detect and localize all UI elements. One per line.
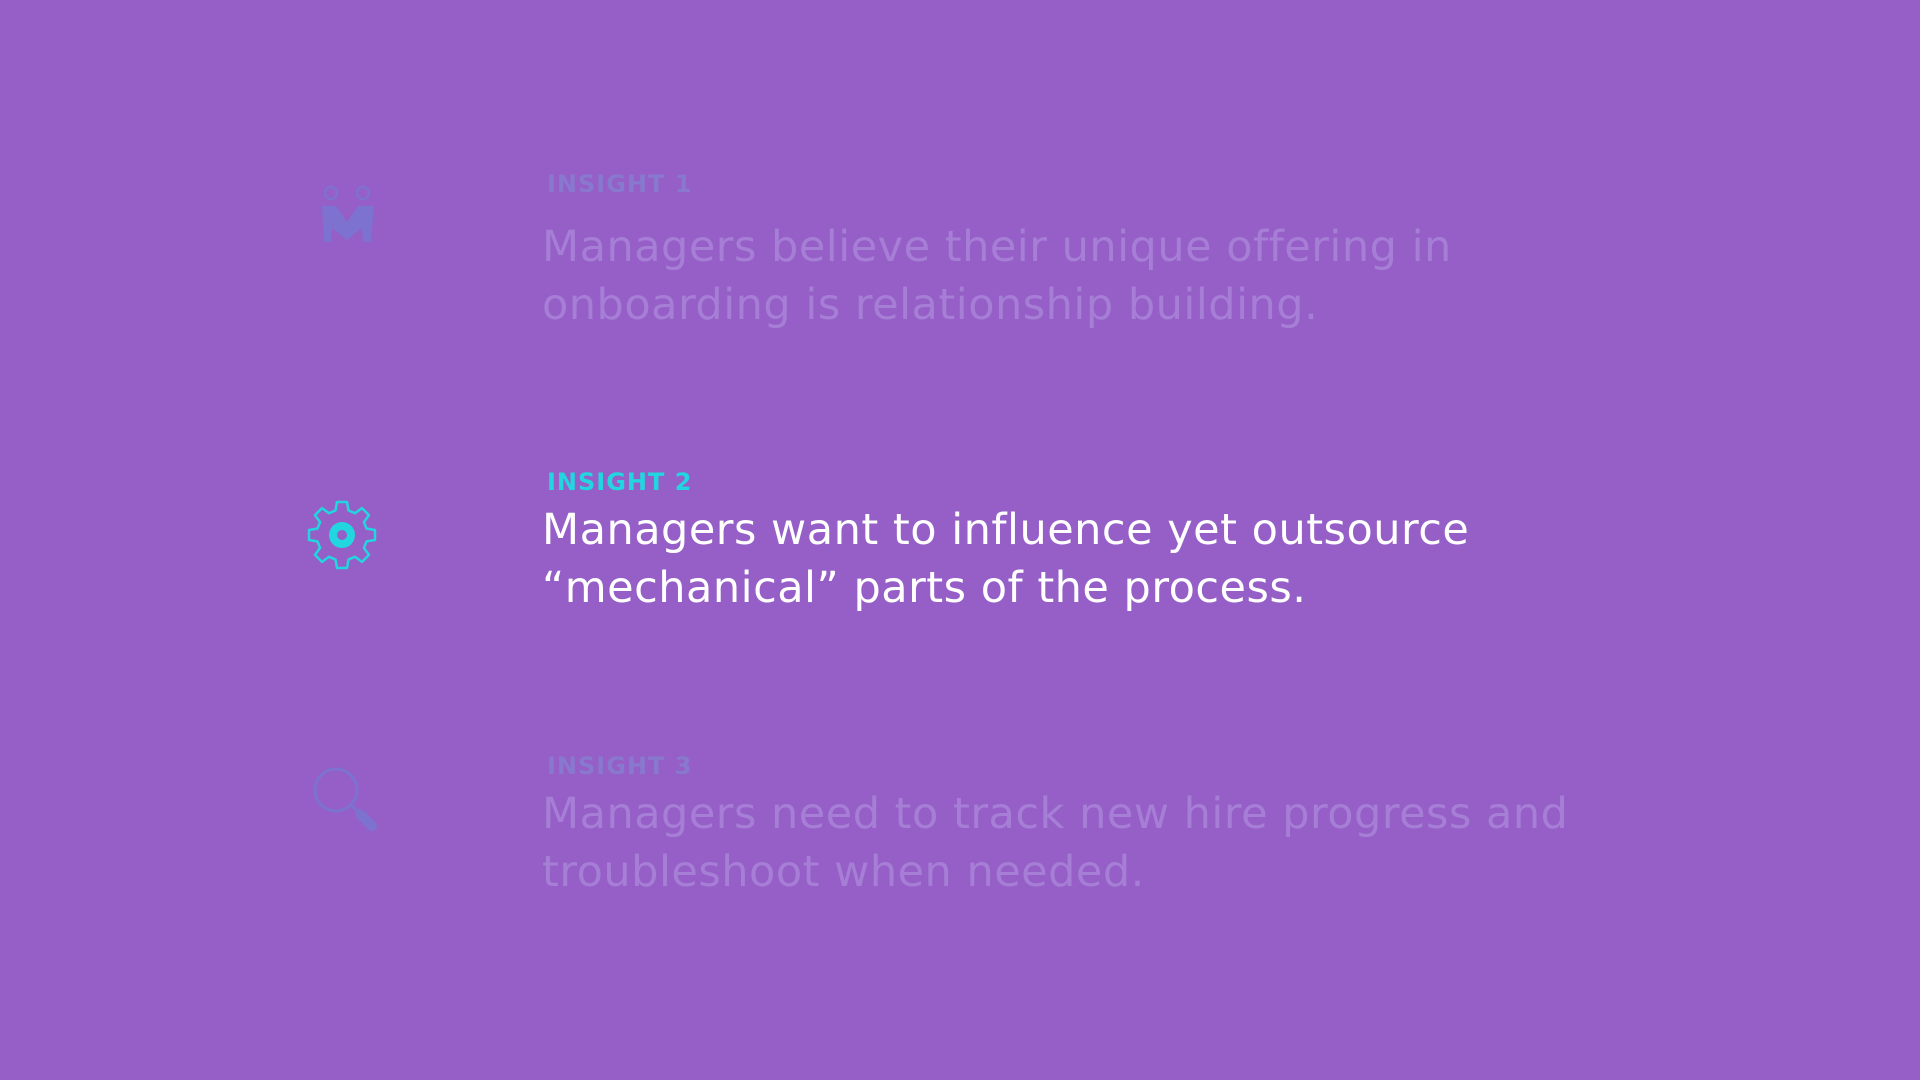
insight-label: INSIGHT 3 <box>547 752 693 780</box>
gear-icon <box>306 498 378 570</box>
insight-statement-line: “mechanical” parts of the process. <box>542 563 1307 613</box>
insight-label: INSIGHT 2 <box>547 468 693 496</box>
handshake-people-icon <box>308 180 380 252</box>
insight-statement: Managers believe their unique offering i… <box>542 218 1622 334</box>
insight-statement-line: Managers want to influence yet outsource <box>542 505 1470 555</box>
insight-statement-line: troubleshoot when needed. <box>542 847 1145 897</box>
insight-statement-line: Managers need to track new hire progress… <box>542 789 1569 839</box>
insight-statement: Managers want to influence yet outsource… <box>542 501 1622 617</box>
insight-statement-line: onboarding is relationship building. <box>542 280 1319 330</box>
insight-statement-line: Managers believe their unique offering i… <box>542 222 1452 272</box>
insight-label: INSIGHT 1 <box>547 170 693 198</box>
magnifier-icon <box>308 762 380 834</box>
insight-statement: Managers need to track new hire progress… <box>542 785 1622 901</box>
